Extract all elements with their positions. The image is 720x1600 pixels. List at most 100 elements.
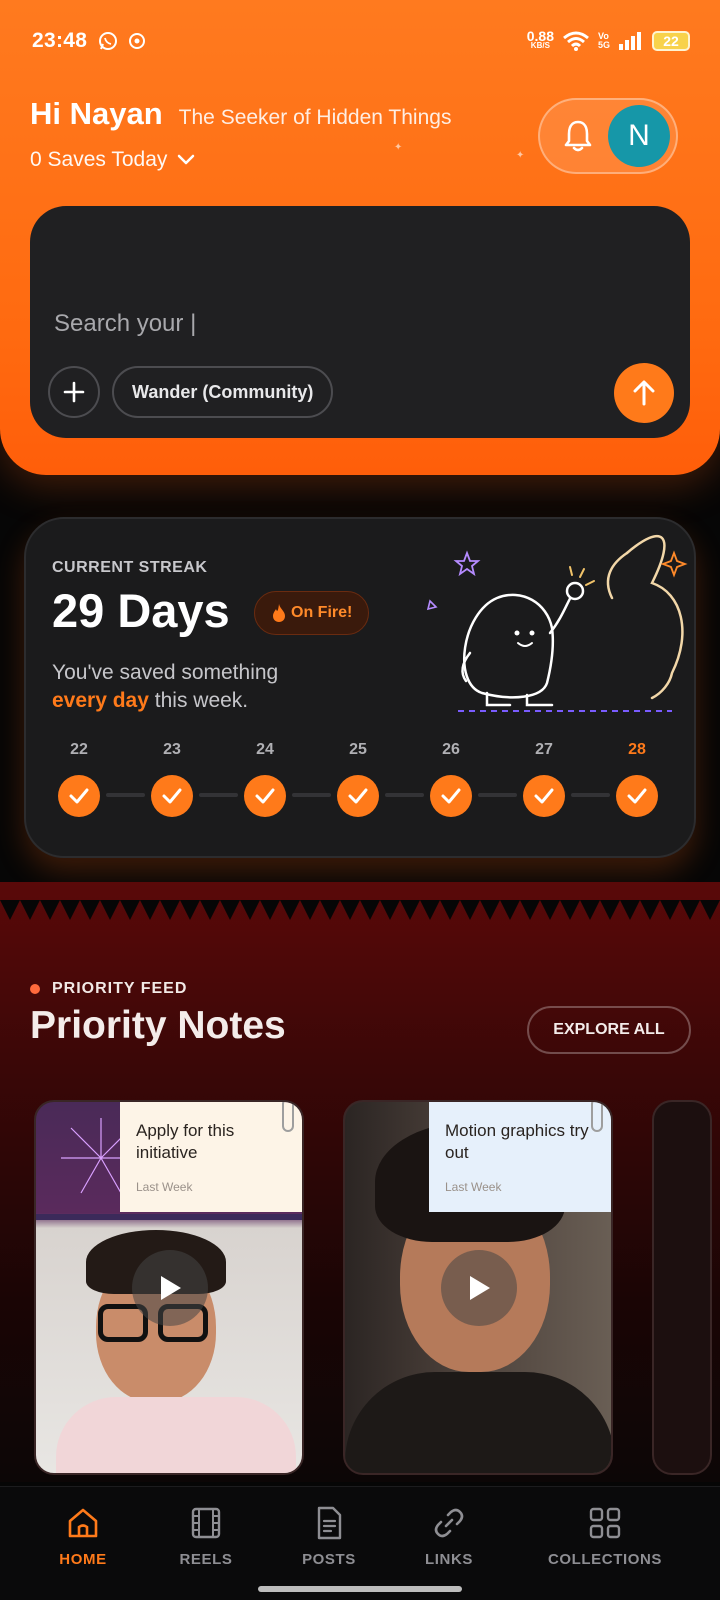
- zigzag-divider: [0, 900, 720, 920]
- priority-title: Priority Notes: [30, 1004, 286, 1047]
- film-icon: [191, 1507, 221, 1539]
- check-icon: [337, 775, 379, 817]
- nav-posts[interactable]: POSTS: [292, 1505, 366, 1568]
- avatar[interactable]: N: [608, 105, 670, 167]
- play-button[interactable]: [132, 1250, 208, 1326]
- paperclip-icon: [591, 1102, 603, 1132]
- nav-label: POSTS: [302, 1551, 356, 1568]
- send-button[interactable]: [614, 363, 674, 423]
- saves-today-label: 0 Saves Today: [30, 148, 168, 171]
- nav-collections[interactable]: COLLECTIONS: [538, 1505, 672, 1568]
- grid-icon: [589, 1507, 621, 1539]
- day-number: 22: [70, 741, 88, 758]
- streak-connector: [106, 793, 145, 797]
- streak-day: 22: [56, 741, 102, 817]
- note-card[interactable]: Apply for this initiative Last Week: [120, 1102, 302, 1212]
- plus-icon: [63, 381, 85, 403]
- check-icon: [523, 775, 565, 817]
- streak-connector: [571, 793, 610, 797]
- streak-desc-line2: every day this week.: [52, 687, 278, 715]
- star-orange-icon: [660, 550, 688, 578]
- day-number: 23: [163, 741, 181, 758]
- flame-inner: [606, 551, 629, 600]
- bottom-navigation: HOME REELS POSTS LINKS COLLECTIONS: [0, 1486, 720, 1600]
- streak-day: 24: [242, 741, 288, 817]
- nav-label: HOME: [59, 1551, 107, 1568]
- priority-card[interactable]: Apply for this initiative Last Week: [34, 1100, 304, 1475]
- home-icon: [68, 1508, 98, 1538]
- day-number: 27: [535, 741, 553, 758]
- mascot-eye-right: [529, 630, 535, 636]
- streak-description: You've saved something every day this we…: [52, 659, 278, 715]
- streak-desc-line1: You've saved something: [52, 661, 279, 684]
- priority-dot: [30, 984, 40, 994]
- nav-label: LINKS: [425, 1551, 473, 1568]
- saves-today-dropdown[interactable]: 0 Saves Today: [30, 148, 195, 172]
- priority-card-partial[interactable]: [652, 1100, 712, 1475]
- status-time: 23:48: [32, 29, 88, 52]
- on-fire-badge: On Fire!: [254, 591, 370, 635]
- bell-icon[interactable]: [562, 119, 594, 153]
- mascot-arm: [548, 593, 574, 635]
- play-button[interactable]: [441, 1250, 517, 1326]
- streak-connector: [292, 793, 331, 797]
- day-number: 24: [256, 741, 274, 758]
- search-input[interactable]: Search your |: [54, 310, 196, 338]
- greeting: Hi Nayan The Seeker of Hidden Things: [30, 96, 451, 132]
- whatsapp-icon: [99, 32, 118, 50]
- streak-desc-suffix: this week.: [154, 689, 249, 712]
- note-time: Last Week: [136, 1180, 193, 1194]
- priority-card[interactable]: Motion graphics try out Last Week: [343, 1100, 613, 1475]
- person-shirt: [56, 1397, 296, 1473]
- streak-day: 25: [335, 741, 381, 817]
- note-card[interactable]: Motion graphics try out Last Week: [429, 1102, 611, 1212]
- sparkle-icon: ✦: [394, 142, 403, 153]
- streak-highlight: every day: [52, 689, 149, 712]
- streak-day: 27: [521, 741, 567, 817]
- fire-mascot-illustration: [426, 534, 688, 712]
- home-indicator: [258, 1586, 462, 1592]
- on-fire-label: On Fire!: [291, 604, 353, 621]
- check-icon: [616, 775, 658, 817]
- add-button[interactable]: [48, 366, 100, 418]
- week-tracker: 22 23 24 25 26 27 28: [56, 741, 668, 821]
- nav-reels[interactable]: REELS: [170, 1505, 242, 1568]
- mascot-fist: [565, 581, 585, 601]
- community-chip[interactable]: Wander (Community): [112, 366, 334, 418]
- network-speed: 0.88 KB/S: [527, 29, 554, 51]
- notification-app-icon: [129, 33, 146, 49]
- priority-feed-text: PRIORITY FEED: [52, 980, 188, 997]
- network-speed-unit: KB/S: [530, 41, 550, 50]
- priority-feed-label: PRIORITY FEED: [30, 980, 187, 998]
- streak-connector: [478, 793, 517, 797]
- nav-label: REELS: [179, 1551, 233, 1568]
- user-tagline: The Seeker of Hidden Things: [178, 106, 452, 129]
- streak-days: 29 Days: [52, 584, 230, 637]
- streak-day: 23: [149, 741, 195, 817]
- document-icon: [317, 1506, 342, 1540]
- status-right: 0.88 KB/S Vo 5G 22: [527, 29, 690, 52]
- status-bar: 23:48 0.88 KB/S Vo 5G 22: [32, 26, 690, 56]
- explore-all-button[interactable]: EXPLORE ALL: [527, 1006, 691, 1054]
- arrow-up-icon: [633, 380, 655, 406]
- check-icon: [151, 775, 193, 817]
- nav-label: COLLECTIONS: [547, 1551, 663, 1568]
- header: 23:48 0.88 KB/S Vo 5G 22 Hi Nayan The Se…: [0, 0, 720, 475]
- chevron-down-icon: [178, 154, 195, 165]
- header-actions: N: [538, 98, 678, 174]
- star-purple-icon: [453, 550, 481, 577]
- play-icon: [470, 1276, 490, 1300]
- nav-links[interactable]: LINKS: [414, 1505, 484, 1568]
- nav-home[interactable]: HOME: [50, 1505, 116, 1568]
- play-icon: [161, 1276, 181, 1300]
- day-number: 28: [628, 741, 646, 758]
- note-title: Apply for this initiative: [136, 1121, 235, 1162]
- wifi-icon: [563, 31, 589, 51]
- streak-card[interactable]: CURRENT STREAK 29 Days On Fire! You've s…: [24, 517, 696, 858]
- streak-day: 28: [614, 741, 660, 817]
- streak-day: 26: [428, 741, 474, 817]
- search-box[interactable]: Search your | Wander (Community): [30, 206, 690, 438]
- star-small-icon: [426, 599, 438, 611]
- flame-icon: [273, 604, 285, 622]
- card-divider: [36, 1214, 302, 1220]
